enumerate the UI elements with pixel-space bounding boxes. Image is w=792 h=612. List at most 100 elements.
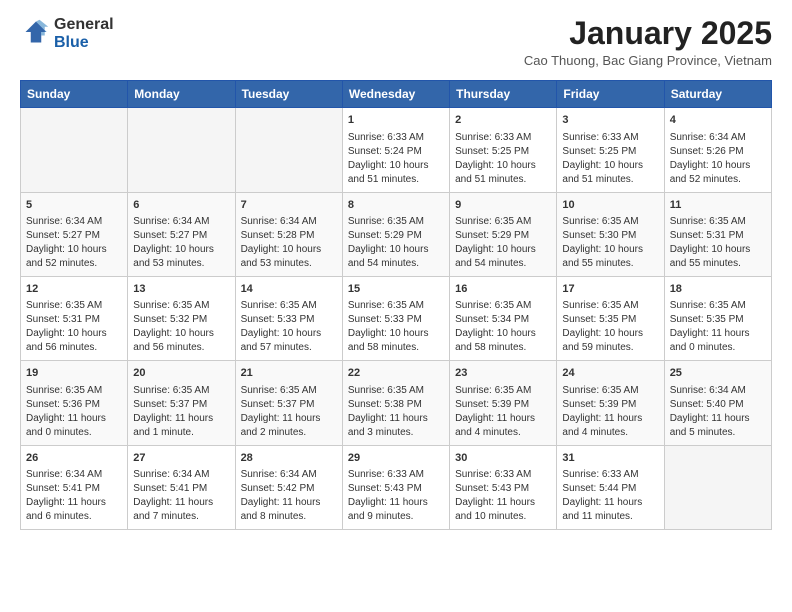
day-number: 17	[562, 282, 658, 297]
calendar-week-row: 19 Sunrise: 6:35 AM Sunset: 5:36 PM Dayli…	[21, 361, 772, 445]
day-number: 23	[455, 366, 551, 381]
logo-icon	[22, 18, 50, 46]
day-info: Sunrise: 6:35 AM Sunset: 5:37 PM Dayligh…	[133, 384, 229, 440]
day-number: 21	[241, 366, 337, 381]
day-number: 26	[26, 451, 122, 466]
title-block: January 2025 Cao Thuong, Bac Giang Provi…	[524, 16, 772, 68]
logo-text: General Blue	[54, 16, 114, 52]
day-number: 31	[562, 451, 658, 466]
calendar-week-row: 1 Sunrise: 6:33 AM Sunset: 5:24 PM Daylig…	[21, 108, 772, 192]
day-number: 30	[455, 451, 551, 466]
day-number: 27	[133, 451, 229, 466]
calendar-day-cell: 22Sunrise: 6:35 AM Sunset: 5:38 PM Dayli…	[342, 361, 449, 445]
day-info: Sunrise: 6:33 AM Sunset: 5:44 PM Dayligh…	[562, 468, 658, 524]
day-info: Sunrise: 6:35 AM Sunset: 5:30 PM Dayligh…	[562, 215, 658, 271]
day-info: Sunrise: 6:35 AM Sunset: 5:38 PM Dayligh…	[348, 384, 444, 440]
calendar-day-cell: 30 Sunrise: 6:33 AM Sunset: 5:43 PM Dayli…	[450, 445, 557, 529]
weekday-header: Thursday	[450, 81, 557, 108]
calendar-day-cell	[21, 108, 128, 192]
day-info: Sunrise: 6:34 AM Sunset: 5:26 PM Dayligh…	[670, 131, 766, 187]
day-number: 25	[670, 366, 766, 381]
calendar-day-cell: 11 Sunrise: 6:35 AM Sunset: 5:31 PM Dayli…	[664, 192, 771, 276]
calendar-day-cell: 27 Sunrise: 6:34 AM Sunset: 5:41 PM Dayli…	[128, 445, 235, 529]
calendar-day-cell: 3 Sunrise: 6:33 AM Sunset: 5:25 PM Daylig…	[557, 108, 664, 192]
weekday-header: Saturday	[664, 81, 771, 108]
calendar-table: SundayMondayTuesdayWednesdayThursdayFrid…	[20, 80, 772, 530]
weekday-header: Tuesday	[235, 81, 342, 108]
day-number: 9	[455, 198, 551, 213]
calendar-day-cell: 8 Sunrise: 6:35 AM Sunset: 5:29 PM Daylig…	[342, 192, 449, 276]
calendar-day-cell: 29 Sunrise: 6:33 AM Sunset: 5:43 PM Dayli…	[342, 445, 449, 529]
day-number: 20	[133, 366, 229, 381]
day-info: Sunrise: 6:34 AM Sunset: 5:27 PM Dayligh…	[26, 215, 122, 271]
day-number: 1	[348, 113, 444, 128]
calendar-day-cell	[235, 108, 342, 192]
calendar-day-cell: 28 Sunrise: 6:34 AM Sunset: 5:42 PM Dayli…	[235, 445, 342, 529]
day-info: Sunrise: 6:35 AM Sunset: 5:39 PM Dayligh…	[455, 384, 551, 440]
day-info: Sunrise: 6:35 AM Sunset: 5:33 PM Dayligh…	[348, 299, 444, 355]
calendar-day-cell: 7Sunrise: 6:34 AM Sunset: 5:28 PM Daylig…	[235, 192, 342, 276]
calendar-day-cell: 23 Sunrise: 6:35 AM Sunset: 5:39 PM Dayli…	[450, 361, 557, 445]
calendar-day-cell: 31 Sunrise: 6:33 AM Sunset: 5:44 PM Dayli…	[557, 445, 664, 529]
day-number: 19	[26, 366, 122, 381]
day-info: Sunrise: 6:35 AM Sunset: 5:36 PM Dayligh…	[26, 384, 122, 440]
day-info: Sunrise: 6:35 AM Sunset: 5:37 PM Dayligh…	[241, 384, 337, 440]
day-info: Sunrise: 6:33 AM Sunset: 5:43 PM Dayligh…	[348, 468, 444, 524]
month-title: January 2025	[524, 16, 772, 51]
calendar-day-cell: 26Sunrise: 6:34 AM Sunset: 5:41 PM Dayli…	[21, 445, 128, 529]
calendar-day-cell: 4 Sunrise: 6:34 AM Sunset: 5:26 PM Daylig…	[664, 108, 771, 192]
calendar-day-cell: 5 Sunrise: 6:34 AM Sunset: 5:27 PM Daylig…	[21, 192, 128, 276]
calendar-day-cell: 6Sunrise: 6:34 AM Sunset: 5:27 PM Daylig…	[128, 192, 235, 276]
calendar-day-cell: 19 Sunrise: 6:35 AM Sunset: 5:36 PM Dayli…	[21, 361, 128, 445]
calendar-day-cell	[128, 108, 235, 192]
calendar-day-cell: 1 Sunrise: 6:33 AM Sunset: 5:24 PM Daylig…	[342, 108, 449, 192]
day-info: Sunrise: 6:35 AM Sunset: 5:29 PM Dayligh…	[348, 215, 444, 271]
calendar-day-cell: 18Sunrise: 6:35 AM Sunset: 5:35 PM Dayli…	[664, 276, 771, 360]
day-number: 8	[348, 198, 444, 213]
calendar-day-cell: 15 Sunrise: 6:35 AM Sunset: 5:33 PM Dayli…	[342, 276, 449, 360]
day-number: 12	[26, 282, 122, 297]
weekday-header: Wednesday	[342, 81, 449, 108]
day-number: 11	[670, 198, 766, 213]
calendar-day-cell: 2Sunrise: 6:33 AM Sunset: 5:25 PM Daylig…	[450, 108, 557, 192]
logo: General Blue	[20, 16, 114, 52]
day-info: Sunrise: 6:35 AM Sunset: 5:31 PM Dayligh…	[670, 215, 766, 271]
calendar-week-row: 5 Sunrise: 6:34 AM Sunset: 5:27 PM Daylig…	[21, 192, 772, 276]
day-info: Sunrise: 6:33 AM Sunset: 5:25 PM Dayligh…	[455, 131, 551, 187]
day-info: Sunrise: 6:34 AM Sunset: 5:42 PM Dayligh…	[241, 468, 337, 524]
day-number: 10	[562, 198, 658, 213]
day-info: Sunrise: 6:35 AM Sunset: 5:31 PM Dayligh…	[26, 299, 122, 355]
calendar-day-cell: 21 Sunrise: 6:35 AM Sunset: 5:37 PM Dayli…	[235, 361, 342, 445]
day-info: Sunrise: 6:35 AM Sunset: 5:35 PM Dayligh…	[562, 299, 658, 355]
day-info: Sunrise: 6:35 AM Sunset: 5:29 PM Dayligh…	[455, 215, 551, 271]
day-number: 29	[348, 451, 444, 466]
calendar-day-cell: 25 Sunrise: 6:34 AM Sunset: 5:40 PM Dayli…	[664, 361, 771, 445]
day-info: Sunrise: 6:35 AM Sunset: 5:32 PM Dayligh…	[133, 299, 229, 355]
day-info: Sunrise: 6:33 AM Sunset: 5:43 PM Dayligh…	[455, 468, 551, 524]
weekday-header: Sunday	[21, 81, 128, 108]
calendar-day-cell: 12 Sunrise: 6:35 AM Sunset: 5:31 PM Dayli…	[21, 276, 128, 360]
day-info: Sunrise: 6:34 AM Sunset: 5:27 PM Dayligh…	[133, 215, 229, 271]
page-header: General Blue January 2025 Cao Thuong, Ba…	[20, 16, 772, 68]
day-number: 7	[241, 198, 337, 213]
calendar-day-cell: 14Sunrise: 6:35 AM Sunset: 5:33 PM Dayli…	[235, 276, 342, 360]
calendar-day-cell: 17 Sunrise: 6:35 AM Sunset: 5:35 PM Dayli…	[557, 276, 664, 360]
day-info: Sunrise: 6:34 AM Sunset: 5:41 PM Dayligh…	[133, 468, 229, 524]
day-number: 18	[670, 282, 766, 297]
day-info: Sunrise: 6:34 AM Sunset: 5:40 PM Dayligh…	[670, 384, 766, 440]
day-info: Sunrise: 6:33 AM Sunset: 5:24 PM Dayligh…	[348, 131, 444, 187]
day-number: 5	[26, 198, 122, 213]
day-number: 24	[562, 366, 658, 381]
calendar-day-cell: 16 Sunrise: 6:35 AM Sunset: 5:34 PM Dayli…	[450, 276, 557, 360]
day-number: 28	[241, 451, 337, 466]
day-number: 15	[348, 282, 444, 297]
day-number: 16	[455, 282, 551, 297]
weekday-header: Friday	[557, 81, 664, 108]
day-number: 3	[562, 113, 658, 128]
calendar-day-cell	[664, 445, 771, 529]
day-info: Sunrise: 6:35 AM Sunset: 5:34 PM Dayligh…	[455, 299, 551, 355]
calendar-week-row: 12 Sunrise: 6:35 AM Sunset: 5:31 PM Dayli…	[21, 276, 772, 360]
day-info: Sunrise: 6:33 AM Sunset: 5:25 PM Dayligh…	[562, 131, 658, 187]
calendar-day-cell: 20 Sunrise: 6:35 AM Sunset: 5:37 PM Dayli…	[128, 361, 235, 445]
day-number: 4	[670, 113, 766, 128]
